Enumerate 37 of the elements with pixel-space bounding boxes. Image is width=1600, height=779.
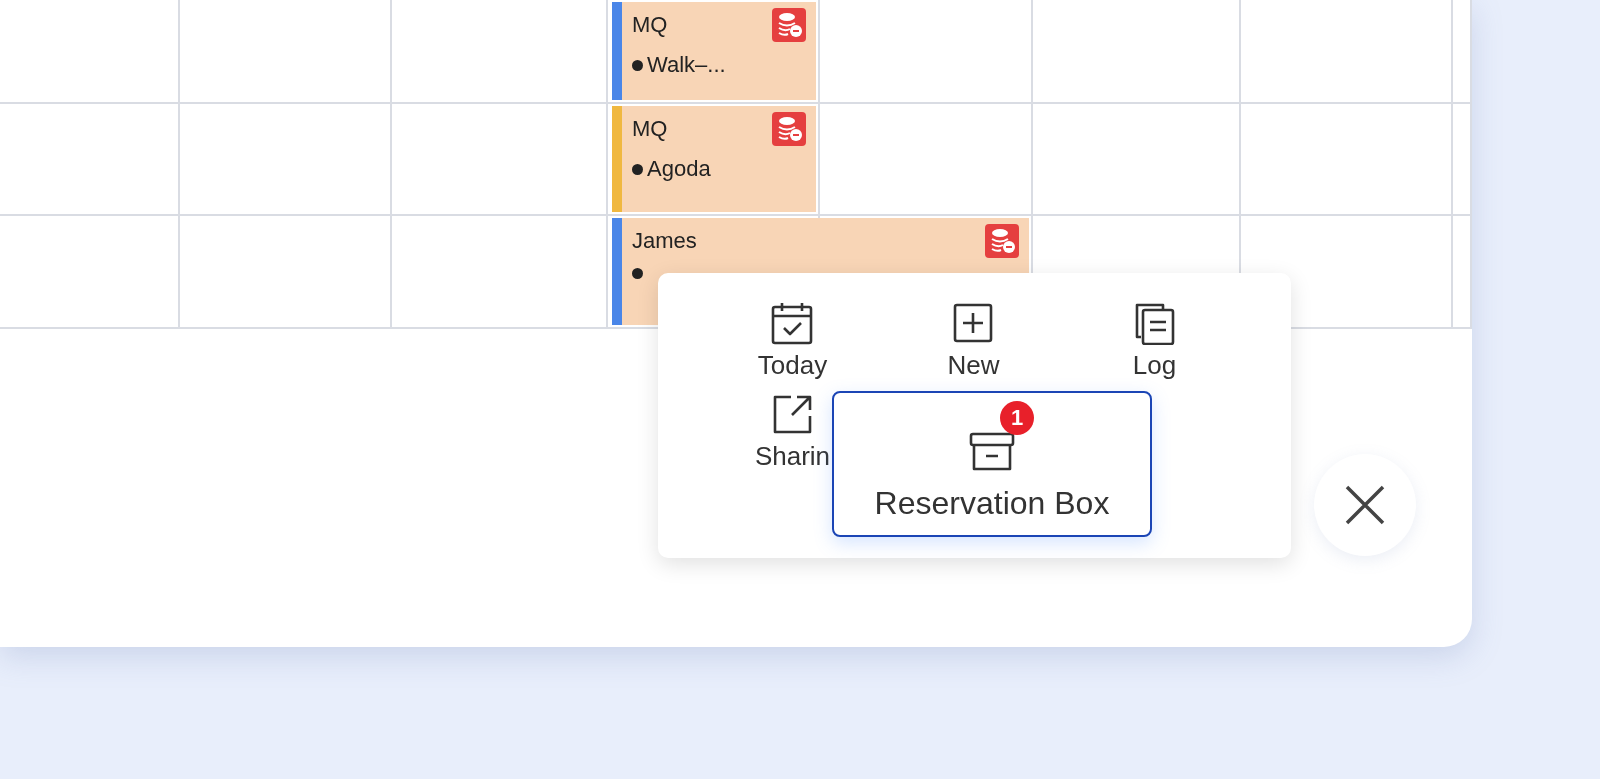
guest-name: MQ: [632, 116, 668, 143]
calendar-cell[interactable]: [820, 104, 1033, 216]
calendar-cell[interactable]: [820, 0, 1033, 104]
calendar-cell[interactable]: [0, 0, 180, 104]
bullet-dot: [632, 163, 643, 175]
calendar-cell[interactable]: [1453, 0, 1472, 104]
count-badge: 1: [1000, 401, 1034, 435]
calendar-check-icon: [770, 301, 815, 345]
calendar-cell[interactable]: [180, 0, 392, 104]
bullet-dot: [632, 268, 643, 279]
calendar-cell[interactable]: [1033, 104, 1241, 216]
guest-name: MQ: [632, 12, 668, 39]
booking-source: Agoda: [647, 156, 711, 183]
calendar-cell[interactable]: [180, 216, 392, 329]
calendar-cell[interactable]: [0, 104, 180, 216]
reservation-box-button[interactable]: Reservation Box 1: [832, 391, 1152, 537]
menu-item[interactable]: Sharin: [754, 391, 831, 471]
calendar-cell[interactable]: [392, 216, 608, 329]
calendar-cell[interactable]: [392, 0, 608, 104]
calendar-cell[interactable]: [1241, 104, 1453, 216]
payment-icon: [772, 8, 806, 42]
calendar-cell[interactable]: [392, 104, 608, 216]
booking-block[interactable]: MQ Agoda: [612, 106, 816, 212]
booking-block[interactable]: MQ Walk–...: [612, 2, 816, 100]
calendar-cell[interactable]: [1241, 0, 1453, 104]
booking-source: Walk–...: [647, 52, 726, 79]
close-icon: [1343, 483, 1387, 527]
payment-icon: [985, 224, 1019, 258]
calendar-cell[interactable]: [1453, 104, 1472, 216]
menu-item[interactable]: Log: [1132, 301, 1177, 380]
guest-name: James: [632, 228, 697, 255]
calendar-cell[interactable]: [180, 104, 392, 216]
calendar-cell[interactable]: [1033, 0, 1241, 104]
bullet-dot: [632, 59, 643, 71]
calendar-cell[interactable]: [0, 216, 180, 329]
payment-icon: [772, 112, 806, 146]
calendar-cell[interactable]: [1453, 216, 1472, 329]
